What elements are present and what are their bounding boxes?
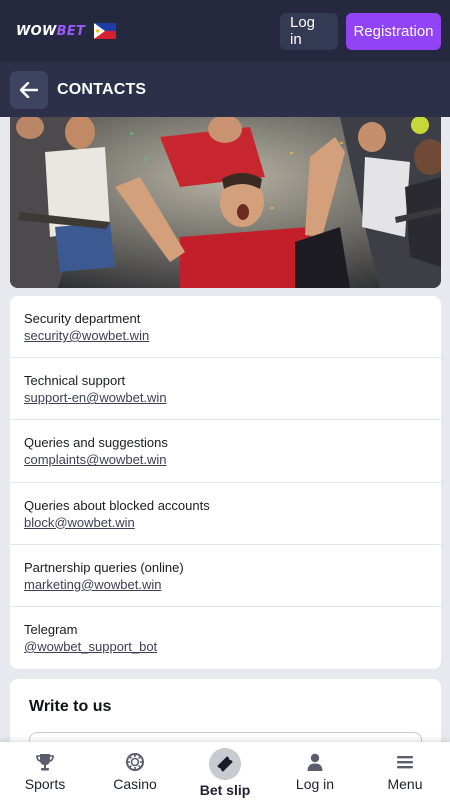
contact-item-security: Security department security@wowbet.win — [10, 296, 441, 359]
arrow-left-icon — [20, 81, 38, 98]
contact-email-link[interactable]: marketing@wowbet.win — [24, 576, 161, 593]
contact-label: Security department — [24, 311, 141, 326]
nav-label: Casino — [113, 776, 157, 792]
write-to-us-title: Write to us — [29, 698, 112, 715]
contacts-list: Security department security@wowbet.win … — [10, 296, 441, 669]
page-header: CONTACTS — [0, 62, 450, 117]
top-header: WOWBET Log in Registration — [0, 0, 450, 62]
page-title: CONTACTS — [57, 80, 147, 98]
contact-item-telegram: Telegram @wowbet_support_bot — [10, 607, 441, 669]
contact-item-queries-suggestions: Queries and suggestions complaints@wowbe… — [10, 420, 441, 483]
contact-email-link[interactable]: block@wowbet.win — [24, 514, 135, 531]
user-icon — [305, 752, 325, 772]
contact-item-partnership: Partnership queries (online) marketing@w… — [10, 545, 441, 607]
bottom-navigation: Sports Casino Bet slip Log in Menu — [0, 742, 450, 800]
contact-email-link[interactable]: complaints@wowbet.win — [24, 451, 167, 468]
hamburger-menu-icon — [395, 752, 415, 772]
back-button[interactable] — [10, 70, 48, 109]
contact-label: Queries and suggestions — [24, 435, 168, 451]
ticket-icon — [209, 748, 241, 780]
philippines-flag-icon — [94, 23, 117, 39]
contact-label: Partnership queries (online) — [24, 559, 184, 575]
nav-login[interactable]: Log in — [270, 742, 360, 800]
login-button[interactable]: Log in — [280, 12, 338, 50]
contact-email-link[interactable]: support-en@wowbet.win — [24, 389, 167, 406]
trophy-icon — [35, 752, 55, 772]
nav-label: Menu — [387, 776, 423, 792]
telegram-bot-link[interactable]: @wowbet_support_bot — [24, 638, 157, 655]
logo-text: WOWBET — [16, 23, 86, 39]
contact-item-blocked-accounts: Queries about blocked accounts block@wow… — [10, 483, 441, 545]
contact-label: Queries about blocked accounts — [24, 497, 210, 513]
nav-label: Sports — [24, 776, 66, 792]
nav-casino[interactable]: Casino — [90, 742, 180, 800]
sports-banner-image — [10, 117, 441, 288]
contact-label: Telegram — [24, 621, 78, 637]
nav-label: Log in — [295, 776, 335, 792]
casino-chip-icon — [125, 752, 145, 772]
contact-label: Technical support — [24, 373, 126, 389]
nav-menu[interactable]: Menu — [360, 742, 450, 800]
registration-button[interactable]: Registration — [346, 12, 441, 50]
contact-item-technical-support: Technical support support-en@wowbet.win — [10, 358, 441, 421]
contact-email-link[interactable]: security@wowbet.win — [24, 327, 149, 344]
nav-bet-slip[interactable]: Bet slip — [180, 742, 270, 800]
nav-label: Bet slip — [199, 782, 251, 798]
nav-sports[interactable]: Sports — [0, 742, 90, 800]
wowbet-logo[interactable]: WOWBET — [16, 23, 117, 39]
